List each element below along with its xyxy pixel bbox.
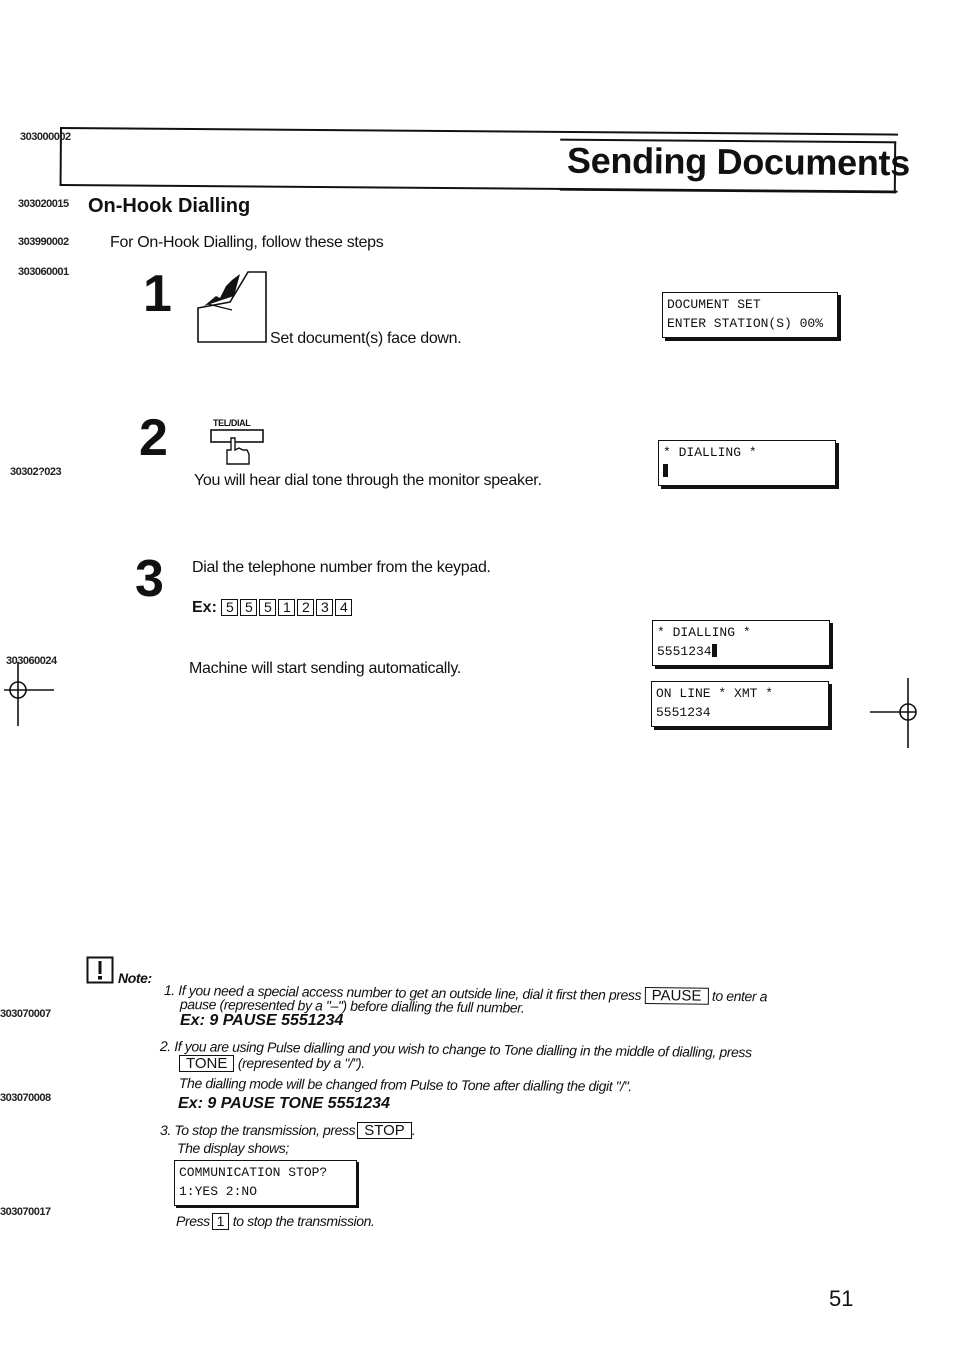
note2-line3: The dialling mode will be changed from P… — [178, 1075, 632, 1095]
document-feeder-icon — [197, 271, 267, 343]
note2-code: 303070008 — [0, 1092, 51, 1104]
lcd-online-xmt: ON LINE * XMT * 5551234 — [651, 681, 829, 727]
step2-text: You will hear dial tone through the moni… — [194, 472, 542, 489]
press-after-text: to stop the transmission. — [232, 1213, 375, 1229]
key-4[interactable]: 4 — [335, 599, 353, 616]
hand-press-button-icon — [210, 429, 264, 465]
note1-code: 303070007 — [0, 1008, 51, 1020]
step2-code: 30302?023 — [10, 466, 62, 478]
step3-followup: Machine will start sending automatically… — [189, 660, 461, 677]
note3-line2: The display shows; — [177, 1140, 289, 1156]
key-2[interactable]: 2 — [297, 599, 315, 616]
tel-dial-label: TEL/DIAL — [213, 418, 251, 428]
note1-number: 1. — [163, 982, 175, 999]
lcd-document-set: DOCUMENT SET ENTER STATION(S) 00% — [662, 292, 838, 338]
key-1[interactable]: 1 — [211, 1213, 229, 1230]
note3-press-line: Press 1 to stop the transmission. — [176, 1213, 375, 1230]
example-label: Ex: — [192, 599, 217, 616]
note3-text-before: To stop the transmission, press — [174, 1122, 356, 1138]
exclamation-icon — [86, 956, 114, 984]
lcd-line: ON LINE * XMT * — [656, 686, 774, 701]
page-title: Sending Documents — [566, 139, 911, 184]
note3-code: 303070017 — [0, 1206, 51, 1218]
step1-code: 303060001 — [18, 266, 69, 278]
note2-line2: TONE (represented by a "/"). — [179, 1055, 365, 1072]
note2-number: 2. — [159, 1038, 171, 1055]
step1-text: Set document(s) face down. — [270, 330, 462, 347]
note1-example: Ex: 9 PAUSE 5551234 — [180, 1012, 344, 1029]
note1-text-after: to enter a — [711, 987, 768, 1005]
tone-button[interactable]: TONE — [179, 1055, 235, 1072]
note3-text-after: . — [411, 1122, 416, 1138]
key-3[interactable]: 3 — [316, 599, 334, 616]
note3-line1: 3. To stop the transmission, press STOP. — [160, 1122, 416, 1139]
example-keys: Ex: 5551234 — [192, 599, 354, 617]
stop-button[interactable]: STOP — [357, 1122, 412, 1139]
key-5[interactable]: 5 — [259, 599, 277, 616]
lcd-cursor — [711, 644, 717, 657]
step3-text: Dial the telephone number from the keypa… — [192, 559, 491, 576]
key-5[interactable]: 5 — [240, 599, 258, 616]
lcd-line: ENTER STATION(S) 00% — [667, 316, 824, 331]
intro-code: 303990002 — [18, 236, 69, 248]
registration-mark-icon — [870, 678, 917, 748]
note2-example: Ex: 9 PAUSE TONE 5551234 — [178, 1095, 390, 1112]
note2-text-after: (represented by a "/"). — [237, 1055, 365, 1071]
lcd-line: * DIALLING * — [657, 625, 751, 640]
lcd-dialling-number: * DIALLING * 5551234 — [652, 620, 830, 666]
lcd-line: DOCUMENT SET — [667, 297, 761, 312]
intro-text: For On-Hook Dialling, follow these steps — [110, 234, 384, 251]
note3-number: 3. — [160, 1122, 171, 1138]
lcd-communication-stop: COMMUNICATION STOP? 1:YES 2:NO — [174, 1160, 357, 1206]
step1-number: 1 — [143, 265, 172, 323]
key-5[interactable]: 5 — [221, 599, 239, 616]
lcd-line: 1:YES 2:NO — [179, 1184, 258, 1199]
lcd-dialling: * DIALLING * — [658, 440, 836, 486]
section-code: 303020015 — [18, 198, 69, 210]
pause-button[interactable]: PAUSE — [644, 987, 709, 1005]
note-label: Note: — [118, 970, 152, 986]
lcd-line: COMMUNICATION STOP? — [179, 1165, 328, 1180]
lcd-line: * DIALLING * — [663, 445, 757, 460]
press-text: Press — [176, 1213, 210, 1229]
lcd-cursor — [663, 464, 668, 477]
lcd-line: 5551234 — [657, 644, 712, 659]
header-code: 303000002 — [20, 131, 71, 143]
key-1[interactable]: 1 — [278, 599, 296, 616]
page-number: 51 — [829, 1286, 854, 1311]
step2-number: 2 — [139, 409, 168, 467]
step3-number: 3 — [135, 550, 164, 608]
section-title: On-Hook Dialling — [88, 195, 251, 217]
registration-mark-icon — [4, 662, 54, 726]
lcd-line: 5551234 — [656, 705, 711, 720]
